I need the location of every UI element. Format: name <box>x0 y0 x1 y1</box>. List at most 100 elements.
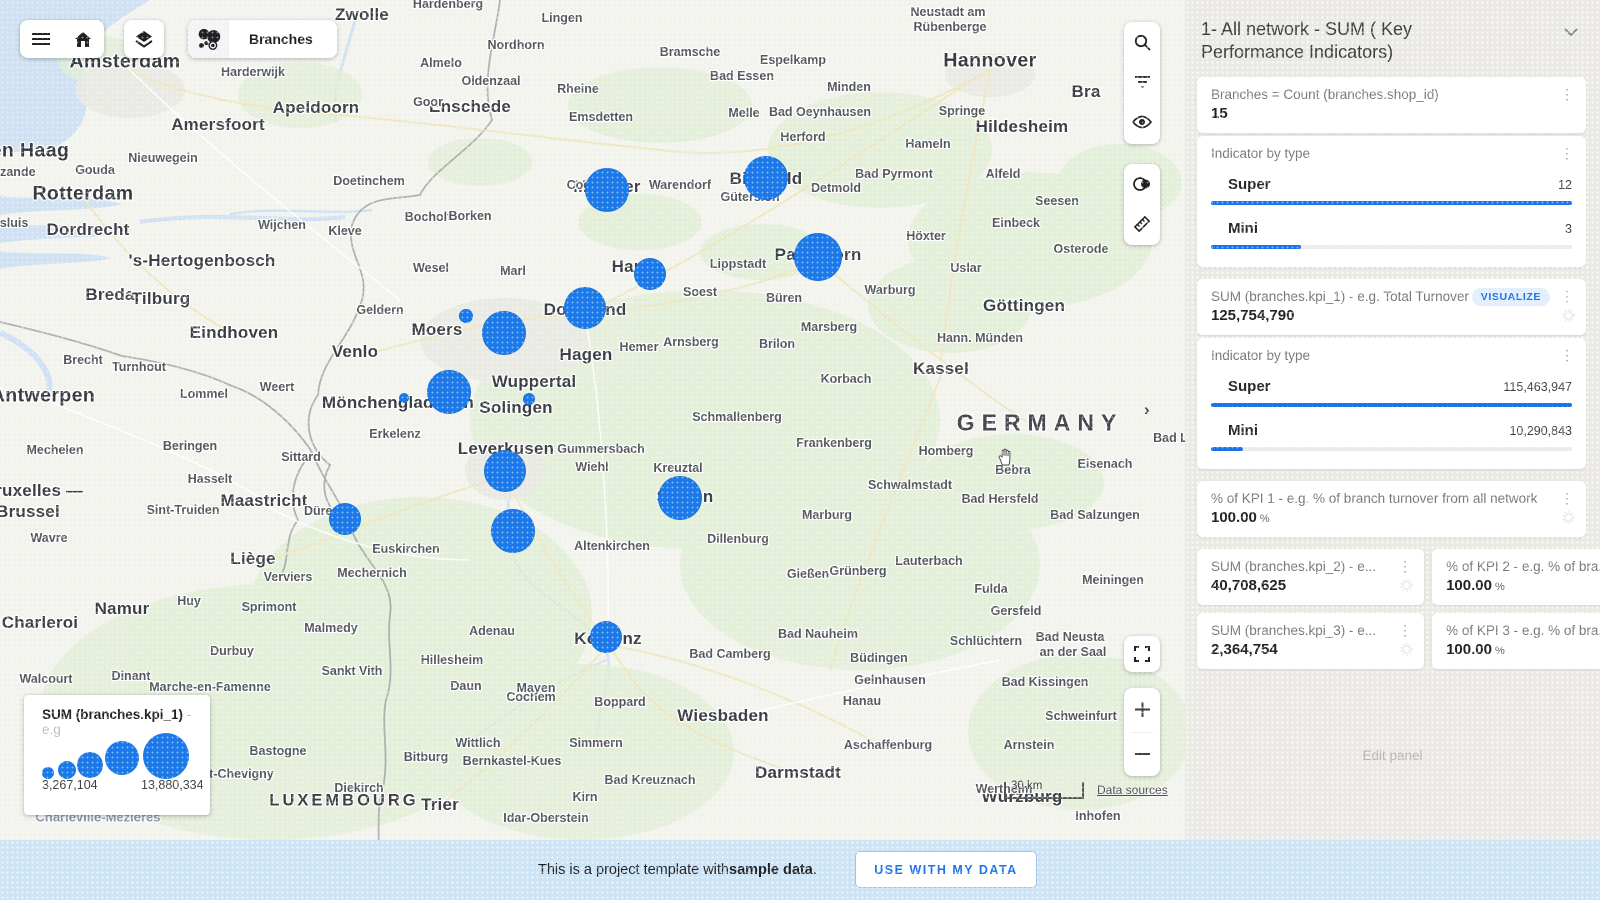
map-city-label: Venlo <box>332 342 378 362</box>
map-city-label: Marburg <box>802 508 852 522</box>
map-city-label: Lommel <box>180 387 228 401</box>
map-city-label: Kirn <box>573 790 598 804</box>
map-city-label: Einbeck <box>992 216 1040 230</box>
map-city-label: Brecht <box>63 353 103 367</box>
category-bar-track <box>1211 447 1572 451</box>
widget-menu-button[interactable]: ⋮ <box>1398 559 1412 573</box>
category-row-head: Mini3 <box>1211 220 1572 237</box>
category-row[interactable]: Mini3 <box>1211 220 1572 249</box>
filter-button[interactable] <box>1124 62 1160 102</box>
category-row[interactable]: Super115,463,947 <box>1211 378 1572 407</box>
map-city-label: Bernkastel-Kues <box>463 754 562 768</box>
branch-bubble[interactable] <box>585 168 629 212</box>
use-with-my-data-button[interactable]: USE WITH MY DATA <box>855 851 1037 888</box>
map-tools-rail-bottom <box>1124 164 1160 245</box>
map-city-label: Nordhorn <box>488 38 545 52</box>
map-city-label: Schlüchtern <box>950 634 1022 648</box>
branch-bubble[interactable] <box>459 309 473 323</box>
layer-chip-branches[interactable]: Branches <box>188 20 337 58</box>
zoom-out-button[interactable] <box>1124 733 1160 777</box>
map-city-label: Bad Kissingen <box>1002 675 1089 689</box>
branch-bubble[interactable] <box>564 287 606 329</box>
data-sources-link[interactable]: Data sources <box>1097 783 1168 797</box>
map-city-label: Gießen <box>787 567 829 581</box>
category-name: Mini <box>1211 422 1509 439</box>
widget-value: 2,364,754 <box>1211 641 1376 658</box>
category-value: 3 <box>1565 222 1572 236</box>
map-city-label: Antwerpen <box>0 385 95 408</box>
map-city-label: Bad Hersfeld <box>961 492 1038 506</box>
map-city-label: Hildesheim <box>976 117 1069 137</box>
bubble-layer-icon <box>188 20 229 58</box>
map-city-label: Bad Nauheim <box>778 627 858 641</box>
category-row[interactable]: Mini10,290,843 <box>1211 422 1572 451</box>
map-city-label: Bad Oeynhausen <box>769 105 871 119</box>
basemap-button[interactable] <box>1124 164 1160 204</box>
kpi-widget: SUM (branches.kpi_1) - e.g. Total Turnov… <box>1197 279 1586 335</box>
map-city-label: Simmern <box>569 736 623 750</box>
widget-menu-button[interactable]: ⋮ <box>1560 348 1574 362</box>
home-icon <box>74 31 92 48</box>
filter-icon <box>1134 75 1151 89</box>
map-city-label: Rotterdam <box>32 183 133 206</box>
category-row[interactable]: Super12 <box>1211 176 1572 205</box>
map-city-label: Rübenberge <box>914 20 987 34</box>
widget-label: SUM (branches.kpi_3) - e... <box>1211 623 1376 638</box>
measure-button[interactable] <box>1124 204 1160 244</box>
branch-bubble[interactable] <box>744 156 788 200</box>
widget-menu-button[interactable]: ⋮ <box>1560 87 1574 101</box>
widget-menu-button[interactable]: ⋮ <box>1398 623 1412 637</box>
map-city-label: Bad Neusta <box>1036 630 1105 644</box>
map-city-label: Marl <box>500 264 526 278</box>
branch-bubble[interactable] <box>634 258 666 290</box>
widget-value: 15 <box>1211 105 1538 122</box>
map-city-label: Oldenzaal <box>461 74 520 88</box>
panel-collapse-chevron[interactable]: › <box>1144 400 1150 420</box>
edit-panel-label: Edit panel <box>1185 748 1600 763</box>
search-button[interactable] <box>1124 22 1160 62</box>
branch-bubble[interactable] <box>484 450 526 492</box>
widget-menu-button[interactable]: ⋮ <box>1560 146 1574 160</box>
map-city-label: Wiehl <box>575 460 608 474</box>
map-city-label: Kassel <box>913 359 969 379</box>
category-bar-fill <box>1211 245 1301 249</box>
branch-bubble[interactable] <box>399 393 409 403</box>
fullscreen-button[interactable] <box>1124 636 1160 672</box>
map-city-label: Hanau <box>843 694 881 708</box>
visibility-button[interactable] <box>1124 102 1160 142</box>
branch-bubble[interactable] <box>329 503 361 535</box>
category-name: Super <box>1211 176 1558 193</box>
map-city-label: Minden <box>827 80 871 94</box>
branch-bubble[interactable] <box>427 370 471 414</box>
home-button[interactable] <box>62 20 104 58</box>
panel-collapse-button[interactable] <box>1564 28 1578 36</box>
branch-bubble[interactable] <box>491 509 535 553</box>
app-root: AmsterdamHannoverRotterdamAntwerpenen Ha… <box>0 0 1600 900</box>
menu-button[interactable] <box>20 20 62 58</box>
branch-bubble[interactable] <box>482 311 526 355</box>
branch-bubble[interactable] <box>794 233 842 281</box>
branch-bubble[interactable] <box>523 393 535 405</box>
map-city-label: Wiesbaden <box>677 706 768 726</box>
widget-menu-button[interactable]: ⋮ <box>1560 491 1574 505</box>
zoom-in-button[interactable] <box>1124 688 1160 732</box>
map-city-label: Goor <box>413 95 443 109</box>
map-city-label: Verviers <box>264 570 313 584</box>
map-city-label: Darmstadt <box>755 763 841 783</box>
widget-label: % of KPI 3 - e.g. % of bra... <box>1446 623 1600 638</box>
layers-button[interactable] <box>124 20 164 58</box>
branch-bubble[interactable] <box>590 621 622 653</box>
map-city-label: Dinant <box>112 669 151 683</box>
map-city-label: Zwolle <box>335 5 389 25</box>
widget-label: Indicator by type <box>1211 348 1572 363</box>
visualize-badge[interactable]: VISUALIZE <box>1472 288 1550 306</box>
kpi-widget: SUM (branches.kpi_3) - e... 2,364,754 ⋮ <box>1197 613 1424 669</box>
widget-list: Branches = Count (branches.shop_id)15⋮In… <box>1185 77 1600 669</box>
legend-circle <box>105 741 139 775</box>
map-city-label: Bruxelles — <box>0 481 83 501</box>
branch-bubble[interactable] <box>658 476 702 520</box>
widget-menu-button[interactable]: ⋮ <box>1560 289 1574 303</box>
category-value: 115,463,947 <box>1503 380 1572 394</box>
mouse-cursor-hand <box>995 447 1015 467</box>
legend-circle <box>58 761 76 779</box>
